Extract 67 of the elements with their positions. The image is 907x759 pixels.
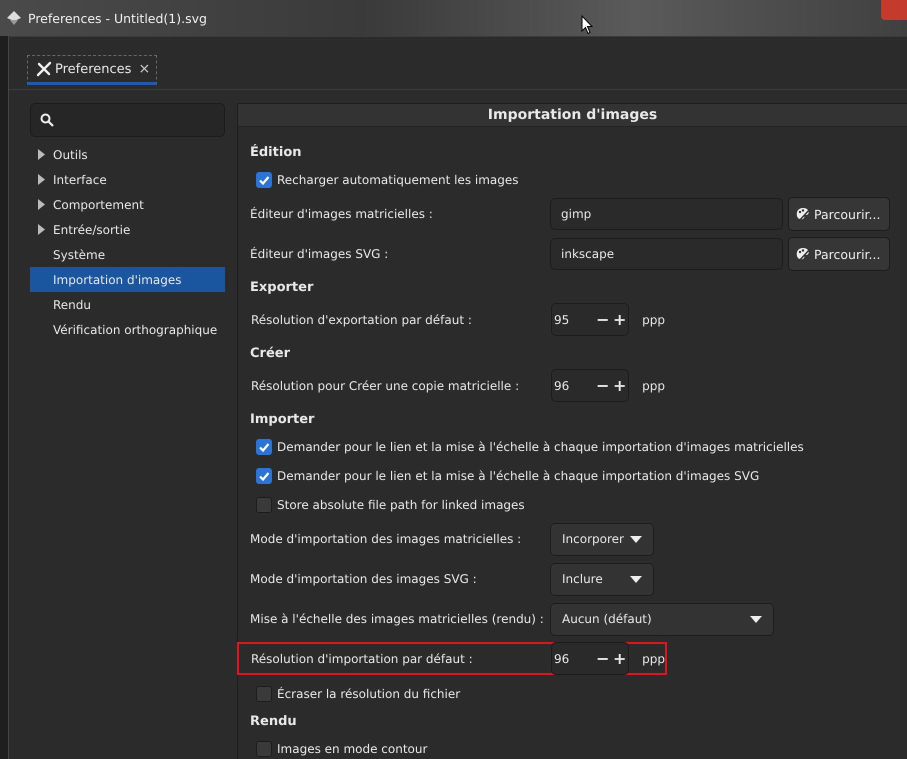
section-heading: Créer [250,344,291,362]
field-label: Résolution pour Créer une copie matricielle : [251,378,520,392]
sidebar-item[interactable]: Rendu [30,292,225,317]
checkbox[interactable] [256,468,272,484]
field-label: Mode d'importation des images matricielles : [250,532,522,546]
caret-icon [630,536,642,542]
unit-label: ppp [642,312,665,326]
checkbox[interactable] [256,740,272,756]
tab-close-button[interactable]: × [138,61,150,77]
increment-button[interactable]: + [611,310,628,329]
caret-icon [630,576,642,582]
search-icon [40,113,54,127]
path-field[interactable]: inkscape [550,238,783,270]
browse-button[interactable]: Parcourir... [788,237,890,271]
sidebar-item[interactable]: Importation d'images [30,267,225,292]
field-label: Éditeur d'images matricielles : [250,207,434,221]
checkbox[interactable] [256,496,272,512]
palette-icon [795,206,811,222]
sidebar-item[interactable]: Entrée/sortie [30,217,225,242]
checkbox[interactable] [256,686,272,702]
checkbox-label: Écraser la résolution du fichier [277,686,460,700]
sidebar-item[interactable]: Comportement [30,192,225,217]
search-field[interactable] [30,103,225,137]
sidebar-item[interactable]: Interface [30,167,225,192]
panel-title: Importation d'images [488,107,658,123]
path-field[interactable]: gimp [550,198,783,230]
section-heading: Rendu [250,712,298,730]
close-button[interactable] [881,0,907,20]
sidebar-item[interactable]: Système [30,242,225,267]
window-title: Preferences - Untitled(1).svg [28,10,207,26]
increment-button[interactable]: + [611,376,628,395]
mouse-cursor-icon [581,15,593,35]
field-label: Résolution d'importation par défaut : [251,652,474,666]
decrement-button[interactable]: − [594,310,612,329]
dropdown[interactable]: Aucun (défaut) [550,602,774,636]
section-heading: Édition [250,143,302,162]
checkbox-label: Store absolute file path for linked images [277,498,525,512]
preferences-tab[interactable]: Preferences × [27,55,158,85]
sidebar-item[interactable]: Vérification orthographique [30,317,225,342]
checkbox[interactable] [256,438,272,454]
browse-button[interactable]: Parcourir... [788,197,890,231]
dropdown[interactable]: Inclure [550,562,654,596]
field-label: Résolution d'exportation par défaut : [251,312,473,326]
decrement-button[interactable]: − [594,376,612,395]
checkbox-label: Recharger automatiquement les images [277,172,519,186]
checkbox-label: Demander pour le lien et la mise à l'échelle à chaque importation d'images SVG [277,468,760,482]
unit-label: ppp [642,378,665,392]
spin-field[interactable]: 96 − + [551,369,630,402]
field-label: Éditeur d'images SVG : [250,247,390,261]
spin-field[interactable]: 95 − + [551,303,630,336]
tab-label: Preferences [55,62,132,76]
sidebar-item[interactable]: Outils [30,142,225,167]
dropdown[interactable]: Incorporer [550,522,654,556]
increment-button[interactable]: + [611,649,628,668]
decrement-button[interactable]: − [594,649,612,668]
section-heading: Importer [250,410,316,428]
field-label: Mise à l'échelle des images matricielles (rendu) : [250,612,545,626]
field-label: Mode d'importation des images SVG : [250,572,478,586]
caret-icon [750,616,762,622]
checkbox[interactable] [256,172,272,188]
palette-icon [795,246,811,262]
unit-label: ppp [642,652,665,666]
app-logo-icon [6,10,22,26]
section-heading: Exporter [250,278,314,296]
spin-field[interactable]: 96 − + [551,642,630,675]
checkbox-label: Demander pour le lien et la mise à l'échelle à chaque importation d'images matricielles [277,440,804,454]
checkbox-label: Images en mode contour [277,742,428,756]
